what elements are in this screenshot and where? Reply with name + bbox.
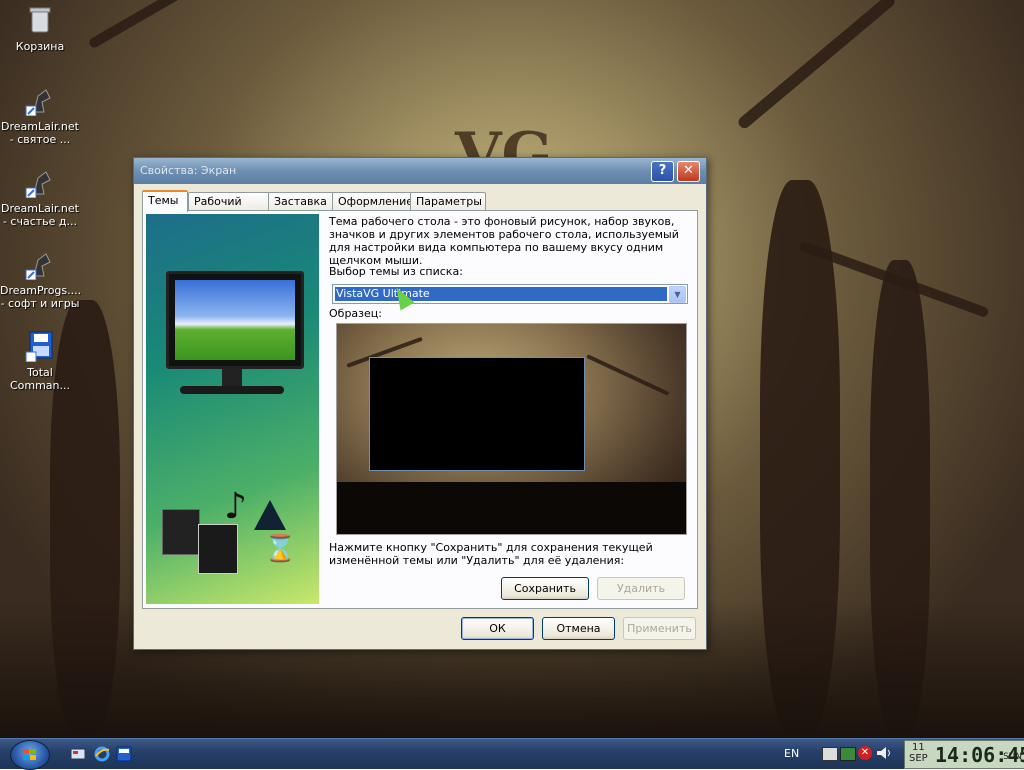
tab-screensaver[interactable]: Заставка — [268, 192, 334, 210]
apply-button[interactable]: Применить — [623, 617, 696, 640]
hourglass-icon: ⌛ — [264, 534, 297, 564]
desktop-icon-label: DreamLair.net - счастье д... — [1, 202, 79, 228]
music-note-icon: ♪ — [224, 486, 247, 527]
clock-date: 11 SEP — [909, 742, 928, 764]
total-commander-quicklaunch-icon[interactable] — [116, 746, 132, 762]
theme-dropdown[interactable]: VistaVG Ultimate ▼ — [332, 284, 688, 304]
desktop-icon-label: Корзина — [15, 40, 65, 53]
taskbar: EN ✕ 11 SEP 14:06:45 SUN — [0, 738, 1024, 770]
tab-settings[interactable]: Параметры — [410, 192, 486, 210]
title-bar[interactable]: Свойства: Экран ? ✕ — [134, 158, 706, 184]
volume-icon[interactable] — [876, 746, 892, 760]
save-theme-button[interactable]: Сохранить — [501, 577, 589, 600]
desktop-icon-label: Total Comman... — [9, 366, 71, 392]
theme-preview — [336, 323, 687, 535]
theme-description: Тема рабочего стола - это фоновый рисуно… — [329, 215, 679, 267]
shortcut-icon — [24, 248, 56, 281]
desktop-icon-dreamprogs[interactable]: DreamProgs.... - софт и игры — [0, 248, 82, 310]
shortcut-icon — [24, 166, 56, 199]
delete-theme-button[interactable]: Удалить — [597, 577, 685, 600]
theme-side-illustration: ♪ ⌛ — [146, 214, 319, 604]
tab-appearance[interactable]: Оформление — [332, 192, 413, 210]
monitor-base — [180, 386, 284, 394]
monitor-stand — [222, 366, 242, 388]
desktop-icon-label: DreamLair.net - святое ... — [1, 120, 79, 146]
monitor-illustration — [166, 271, 304, 369]
tree-branch — [736, 0, 898, 131]
language-indicator[interactable]: EN — [784, 747, 799, 760]
desktop-icon-dreamlair-1[interactable]: DreamLair.net - святое ... — [0, 84, 80, 146]
cancel-button[interactable]: Отмена — [542, 617, 615, 640]
start-button[interactable] — [10, 740, 50, 770]
display-properties-window: Свойства: Экран ? ✕ Темы Рабочий стол За… — [133, 157, 707, 650]
cursor-icon — [254, 500, 286, 530]
themes-panel: ♪ ⌛ Тема рабочего стола - это фоновый ри… — [142, 210, 698, 609]
close-button[interactable]: ✕ — [677, 161, 700, 182]
monitor-wallpaper — [175, 280, 295, 360]
clock-day: 11 — [911, 742, 925, 753]
total-commander-icon — [24, 330, 56, 363]
theme-dropdown-value: VistaVG Ultimate — [335, 287, 667, 301]
preview-window — [369, 357, 585, 471]
desktop-icon-recycle-bin[interactable]: Корзина — [0, 4, 80, 53]
chevron-down-icon[interactable]: ▼ — [669, 286, 686, 303]
desktop-icon-total-commander[interactable]: Total Comman... — [0, 330, 80, 392]
theme-select-label: Выбор темы из списка: — [329, 265, 463, 278]
battery-icon[interactable] — [840, 747, 856, 761]
tab-desktop[interactable]: Рабочий стол — [188, 192, 270, 225]
recycle-bin-icon — [24, 4, 56, 36]
ok-button[interactable]: ОК — [461, 617, 534, 640]
internet-explorer-icon[interactable] — [94, 746, 110, 762]
clock-month: SEP — [909, 753, 928, 764]
windows-logo-icon — [23, 749, 37, 761]
save-hint: Нажмите кнопку "Сохранить" для сохранени… — [329, 541, 653, 567]
tree-branch — [87, 0, 258, 50]
window-title: Свойства: Экран — [140, 164, 237, 177]
sample-label: Образец: — [329, 307, 382, 320]
desktop-icon-dreamlair-2[interactable]: DreamLair.net - счастье д... — [0, 166, 80, 228]
system-tray: EN ✕ 11 SEP 14:06:45 SUN — [782, 739, 1024, 769]
shortcut-icon — [24, 84, 56, 117]
security-alert-icon[interactable]: ✕ — [858, 746, 872, 760]
tree-branch — [586, 354, 670, 396]
clock[interactable]: 11 SEP 14:06:45 SUN — [904, 740, 1024, 769]
show-desktop-icon[interactable] — [70, 746, 86, 762]
desktop-icon-label: DreamProgs.... - софт и игры — [0, 284, 82, 310]
help-button[interactable]: ? — [651, 161, 674, 182]
tab-themes[interactable]: Темы — [142, 190, 188, 212]
clock-weekday: SUN — [1002, 752, 1022, 762]
preview-ground — [337, 482, 686, 534]
window-illustration — [198, 524, 238, 574]
network-icon[interactable] — [822, 747, 838, 761]
start-menu-illustration — [162, 509, 200, 555]
